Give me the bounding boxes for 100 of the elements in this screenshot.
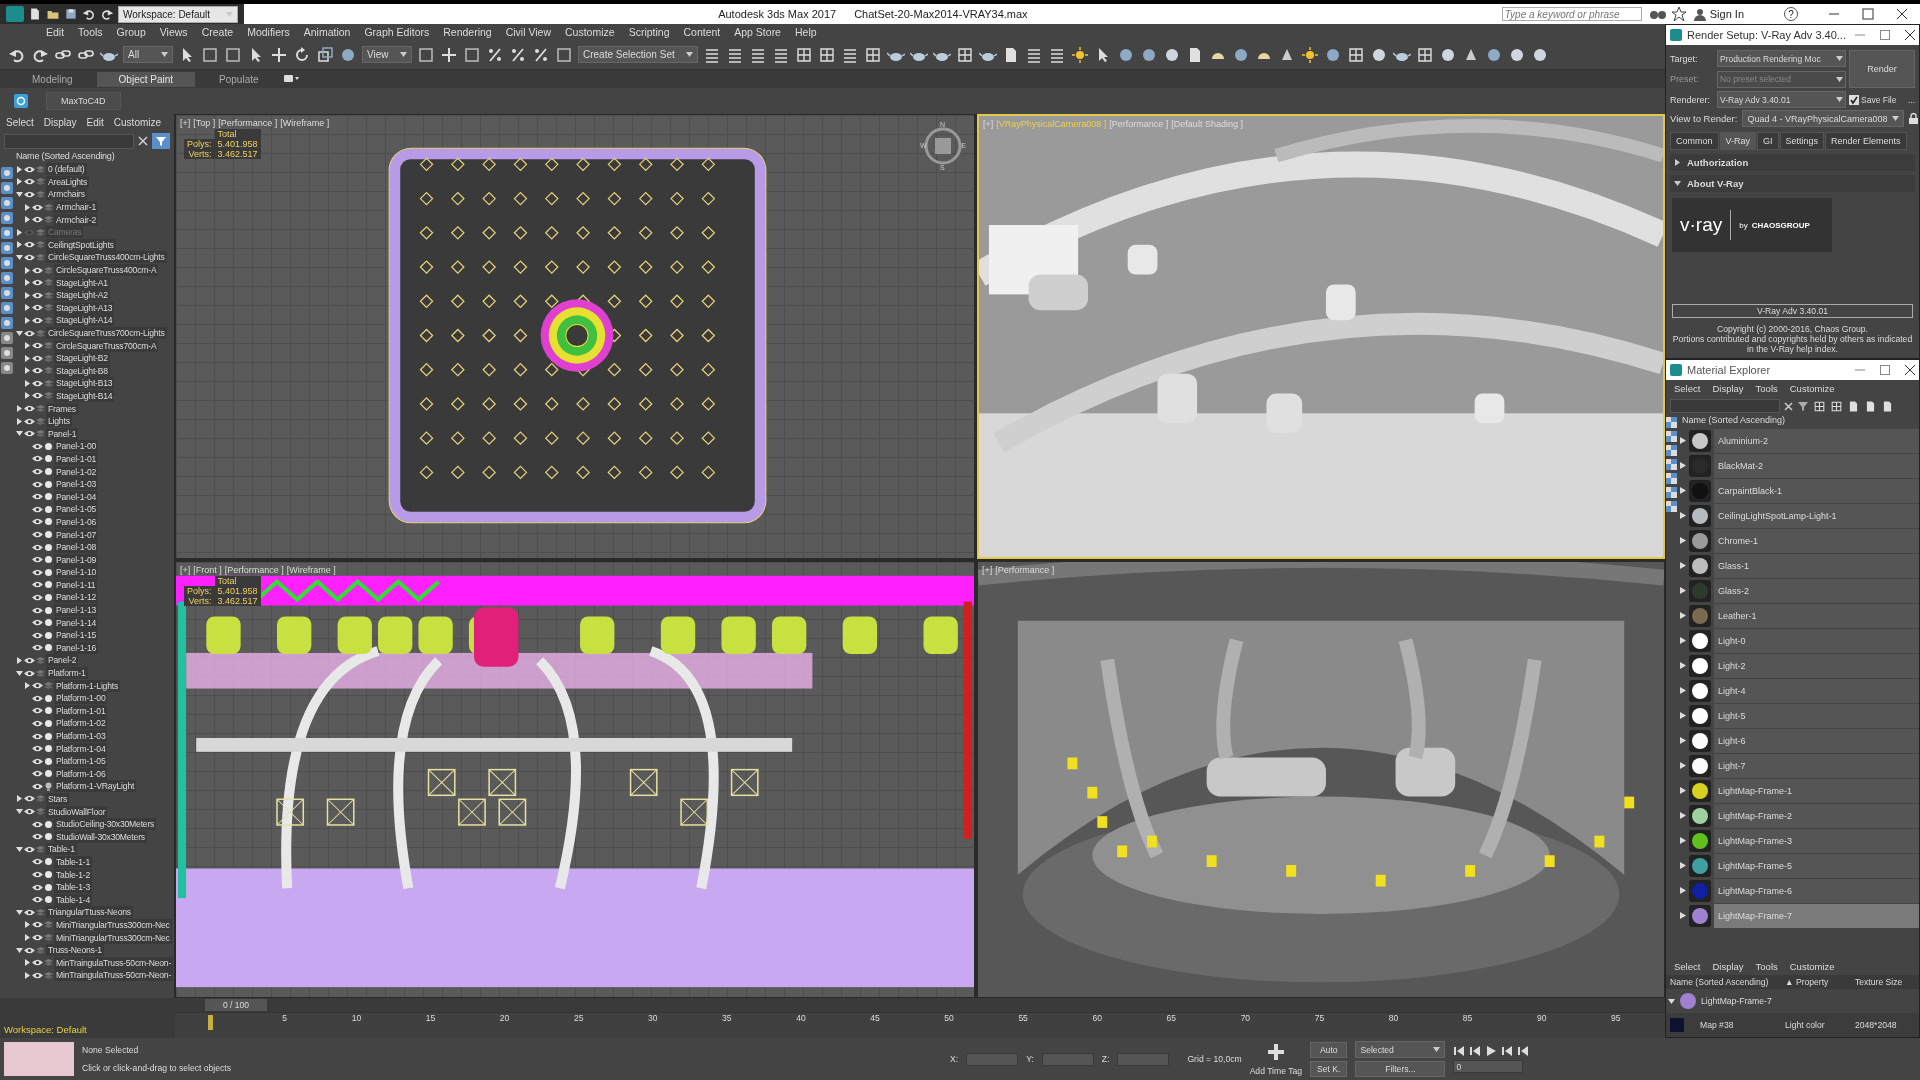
selection-filter-dropdown[interactable]: All <box>123 46 173 63</box>
eye-icon[interactable] <box>32 342 43 350</box>
layer-name[interactable]: CircleSquareTruss400cm-Lights <box>46 251 167 264</box>
grid-icon[interactable] <box>1347 45 1365 64</box>
layer-name[interactable]: Panel-1-03 <box>54 478 99 491</box>
filter-toggle-icon[interactable] <box>1 167 13 179</box>
eye-icon[interactable] <box>32 770 43 778</box>
filter-toggle-icon[interactable] <box>1 287 13 299</box>
checker-icon[interactable] <box>1666 501 1677 512</box>
eye-icon[interactable] <box>32 921 43 929</box>
layer-name[interactable]: MiniTriangularTruss300cm-Nec <box>54 918 172 931</box>
expand-arrow-icon[interactable] <box>1680 812 1686 819</box>
square-icon[interactable] <box>201 45 219 64</box>
menu-item[interactable]: Civil View <box>505 26 551 38</box>
material-name[interactable]: LightMap-Frame-6 <box>1714 878 1919 903</box>
search-field[interactable]: Type a keyword or phrase <box>1501 7 1642 21</box>
viewport[interactable]: [+] [Performance ] <box>977 561 1665 998</box>
expand-arrow-icon[interactable] <box>24 392 31 400</box>
menu-item[interactable]: Select <box>1674 961 1701 972</box>
layer-name[interactable]: Panel-1-16 <box>54 641 99 654</box>
viewport-menu[interactable]: [+] <box>982 565 993 575</box>
expand-arrow-icon[interactable] <box>24 354 31 362</box>
layer-name[interactable]: StageLight-B2 <box>54 352 110 365</box>
material-name[interactable]: LightMap-Frame-2 <box>1714 803 1919 828</box>
layer-name[interactable]: CircleSquareTruss700cm-A <box>54 339 159 352</box>
viewport-menu[interactable]: [+] <box>180 565 191 575</box>
material-name[interactable]: LightMap-Frame-5 <box>1714 853 1919 878</box>
material-name[interactable]: Aluminium-2 <box>1714 428 1919 453</box>
expand-arrow-icon[interactable] <box>24 934 31 941</box>
viewport-menu[interactable]: [Front ] <box>193 565 222 575</box>
expand-arrow-icon[interactable] <box>1680 462 1686 469</box>
layer-name[interactable]: Platform-1-06 <box>54 767 108 780</box>
viewport-menu[interactable]: [Performance ] <box>995 565 1055 575</box>
material-name[interactable]: Light-5 <box>1714 703 1919 728</box>
layer-name[interactable]: StageLight-A2 <box>54 289 110 302</box>
filter-toggle-icon[interactable] <box>1 227 13 239</box>
eye-icon[interactable] <box>32 543 43 551</box>
material-name[interactable]: Chrome-1 <box>1714 528 1919 553</box>
filter-toggle-icon[interactable] <box>1 317 13 329</box>
layer-name[interactable]: Table-1-2 <box>54 868 93 881</box>
layer-name[interactable]: StageLight-A13 <box>54 301 115 314</box>
maximize-icon[interactable] <box>1880 365 1890 375</box>
search-field[interactable] <box>4 133 134 149</box>
eye-icon[interactable] <box>32 707 43 715</box>
expand-arrow-icon[interactable] <box>1680 837 1686 844</box>
layer-name[interactable]: Panel-1-00 <box>54 440 99 453</box>
menu-item[interactable]: Scripting <box>628 26 670 38</box>
eye-icon[interactable] <box>32 694 43 702</box>
expand-arrow-icon[interactable] <box>1680 687 1686 694</box>
menu-item[interactable]: Display <box>1712 383 1744 394</box>
square-icon[interactable] <box>224 45 242 64</box>
document-icon[interactable] <box>1881 399 1894 413</box>
material-name[interactable]: CeilingLightSpotLamp-Light-1 <box>1714 503 1919 528</box>
eye-icon[interactable] <box>32 455 43 463</box>
layer-name[interactable]: AreaLights <box>46 175 90 188</box>
layer-name[interactable]: Platform-1-03 <box>54 730 108 742</box>
eye-icon[interactable] <box>32 757 43 765</box>
menu-item[interactable]: Rendering <box>443 26 492 38</box>
eye-icon[interactable] <box>32 820 43 828</box>
expand-arrow-icon[interactable] <box>24 682 31 690</box>
collapse-arrow-icon[interactable] <box>16 253 23 261</box>
filter-toggle-icon[interactable] <box>1 197 13 209</box>
eye-icon[interactable] <box>32 959 43 967</box>
move-icon[interactable] <box>440 45 458 64</box>
eye-icon[interactable] <box>32 518 43 526</box>
view-to-render-dropdown[interactable]: Quad 4 - VRayPhysicalCamera008 <box>1742 110 1904 127</box>
expand-arrow-icon[interactable] <box>24 291 31 299</box>
layer-name[interactable]: StudioCeiling-30x30Meters <box>54 818 157 831</box>
layer-name[interactable]: Panel-1-06 <box>54 515 99 528</box>
clear-icon[interactable] <box>1784 401 1793 411</box>
expand-arrow-icon[interactable] <box>1680 737 1686 744</box>
redo-icon[interactable] <box>100 7 114 21</box>
material-name[interactable]: Light-6 <box>1714 728 1919 753</box>
maximize-icon[interactable] <box>1880 30 1890 40</box>
collapse-arrow-icon[interactable] <box>16 329 23 337</box>
maximize-icon[interactable] <box>1862 8 1874 20</box>
eye-icon[interactable] <box>32 304 43 312</box>
material-name[interactable]: Light-0 <box>1714 628 1919 653</box>
menu-item[interactable]: Views <box>159 26 188 38</box>
plugin-button[interactable]: MaxToC4D <box>46 92 121 110</box>
eye-icon[interactable] <box>32 392 43 400</box>
collapse-arrow-icon[interactable] <box>16 946 23 954</box>
eye-icon[interactable] <box>32 505 43 513</box>
scale-icon[interactable] <box>316 45 334 64</box>
menu-item[interactable]: Customize <box>565 26 615 38</box>
layer-name[interactable]: StudioWallFloor <box>46 805 108 818</box>
expand-arrow-icon[interactable] <box>16 417 23 425</box>
filter-icon[interactable] <box>1797 400 1809 412</box>
layer-name[interactable]: Armchair-2 <box>54 213 99 226</box>
rollout-header[interactable]: Authorization <box>1670 154 1915 171</box>
viewport-menu[interactable]: [Performance ] <box>218 118 278 128</box>
material-name[interactable]: Light-2 <box>1714 653 1919 678</box>
grid-icon[interactable] <box>818 45 836 64</box>
expand-arrow-icon[interactable] <box>1680 912 1686 919</box>
layer-name[interactable]: Table-1 <box>46 843 77 856</box>
expand-arrow-icon[interactable] <box>16 228 23 236</box>
expand-arrow-icon[interactable] <box>24 342 31 350</box>
expand-arrow-icon[interactable] <box>1680 637 1686 644</box>
user-icon[interactable] <box>1693 7 1706 21</box>
eye-icon[interactable] <box>32 556 43 564</box>
